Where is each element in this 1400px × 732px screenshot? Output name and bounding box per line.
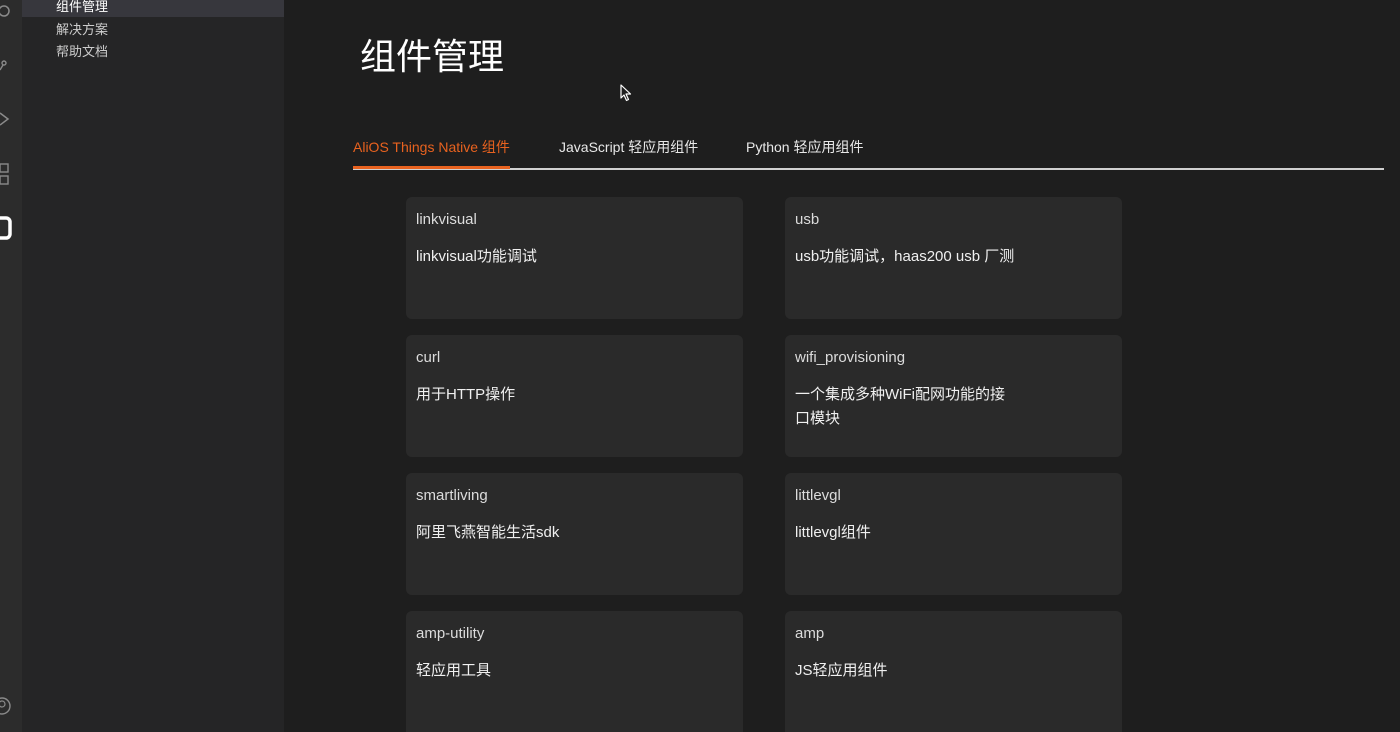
sidebar-item-help-docs[interactable]: 帮助文档 [22,42,284,62]
sidebar-item-component-management[interactable]: 组件管理 [22,0,284,17]
component-card[interactable]: amp-utility 轻应用工具 [406,611,743,732]
component-card[interactable]: wifi_provisioning 一个集成多种WiFi配网功能的接口模块 [785,335,1122,457]
component-description: 用于HTTP操作 [416,386,516,403]
component-name: smartliving [416,487,488,504]
tab-python[interactable]: Python 轻应用组件 [746,134,863,166]
component-card[interactable]: linkvisual linkvisual功能调试 [406,197,743,319]
component-name: curl [416,349,441,366]
component-description: 一个集成多种WiFi配网功能的接口模块 [795,386,1005,427]
sidebar-item-solutions[interactable]: 解决方案 [22,20,284,40]
activity-bar [0,0,22,732]
component-name: usb [795,211,820,228]
search-icon[interactable] [0,4,14,18]
component-card[interactable]: littlevgl littlevgl组件 [785,473,1122,595]
extensions-icon[interactable] [0,162,14,185]
component-description: linkvisual功能调试 [416,248,537,265]
haas-icon[interactable] [0,216,14,240]
tab-alios-native[interactable]: AliOS Things Native 组件 [353,134,510,169]
component-tabs: AliOS Things Native 组件 JavaScript 轻应用组件 … [353,134,1384,170]
component-card[interactable]: usb usb功能调试，haas200 usb 厂测 [785,197,1122,319]
component-name: amp-utility [416,625,485,642]
component-card[interactable]: curl 用于HTTP操作 [406,335,743,457]
page-title: 组件管理 [360,36,505,77]
git-icon[interactable] [0,58,14,72]
component-name: amp [795,625,825,642]
mouse-cursor-icon [620,84,632,107]
component-description: usb功能调试，haas200 usb 厂测 [795,248,1015,265]
component-card[interactable]: amp JS轻应用组件 [785,611,1122,732]
component-description: 阿里飞燕智能生活sdk [416,524,560,541]
component-card[interactable]: smartliving 阿里飞燕智能生活sdk [406,473,743,595]
component-name: wifi_provisioning [795,349,906,366]
account-icon[interactable] [0,696,14,716]
component-description: littlevgl组件 [795,524,871,541]
component-name: linkvisual [416,211,477,228]
run-icon[interactable] [0,112,14,126]
component-description: JS轻应用组件 [795,662,888,679]
component-description: 轻应用工具 [416,662,492,679]
tab-javascript[interactable]: JavaScript 轻应用组件 [559,134,698,166]
component-name: littlevgl [795,487,841,504]
sidebar: 组件管理 解决方案 帮助文档 [22,0,284,732]
main-content: 组件管理 AliOS Things Native 组件 JavaScript 轻… [284,0,1400,732]
